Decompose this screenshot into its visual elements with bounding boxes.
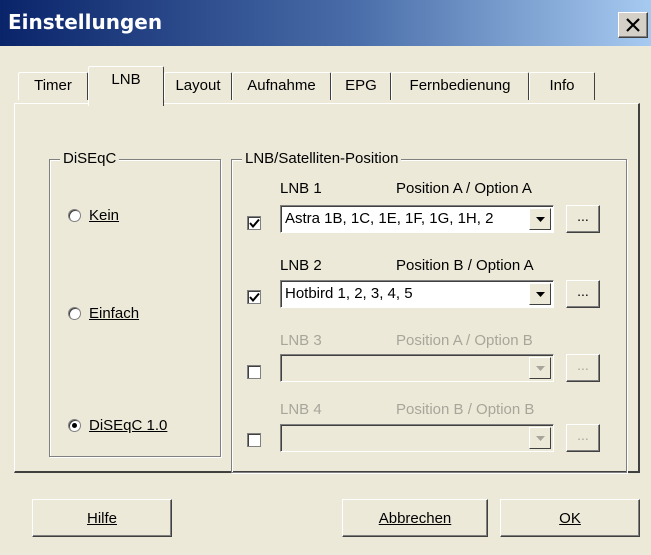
checkmark-icon <box>249 292 260 303</box>
ok-button-label: OK <box>559 509 581 527</box>
lnb4-satellite-select[interactable] <box>280 424 554 452</box>
lnb-group-title: LNB/Satelliten-Position <box>242 150 402 167</box>
lnb2-select-value: Hotbird 1, 2, 3, 4, 5 <box>285 285 413 302</box>
lnb1-select-value: Astra 1B, 1C, 1E, 1F, 1G, 1H, 2 <box>285 210 494 227</box>
window-title: Einstellungen <box>8 10 163 34</box>
title-bar: Einstellungen <box>0 0 651 46</box>
tab-layout[interactable]: Layout <box>164 72 232 100</box>
diseqc-group: DiSEqC Kein Einfach DiSEqC 1.0 <box>49 150 221 457</box>
lnb2-satellite-select[interactable]: Hotbird 1, 2, 3, 4, 5 <box>280 280 554 308</box>
tab-epg[interactable]: EPG <box>331 72 391 100</box>
chevron-down-icon[interactable] <box>529 357 551 379</box>
lnb1-checkbox[interactable] <box>247 216 261 230</box>
tab-timer[interactable]: Timer <box>18 72 88 100</box>
chevron-down-icon[interactable] <box>529 427 551 449</box>
radio-einfach-button[interactable] <box>68 307 81 320</box>
radio-kein-button[interactable] <box>68 209 81 222</box>
lnb1-position: Position A / Option A <box>396 180 532 197</box>
tab-bar: Timer LNB Layout Aufnahme EPG Fernbedien… <box>0 66 651 106</box>
lnb-position-group: LNB/Satelliten-Position LNB 1 Position A… <box>231 150 627 473</box>
help-button[interactable]: Hilfe <box>32 499 172 537</box>
close-button[interactable] <box>618 12 648 38</box>
radio-diseqc10-button[interactable] <box>68 419 81 432</box>
radio-kein[interactable]: Kein <box>68 207 119 224</box>
tab-lnb[interactable]: LNB <box>88 66 164 106</box>
lnb4-browse-button[interactable]: ... <box>566 424 600 452</box>
help-button-label: Hilfe <box>86 509 117 527</box>
lnb3-satellite-select[interactable] <box>280 354 554 382</box>
checkmark-icon <box>249 218 260 229</box>
lnb3-position: Position A / Option B <box>396 332 533 349</box>
close-icon <box>626 18 640 32</box>
lnb3-label: LNB 3 <box>280 332 322 349</box>
tab-fernbedienung[interactable]: Fernbedienung <box>391 72 529 100</box>
diseqc-group-title: DiSEqC <box>60 150 120 167</box>
lnb3-browse-button[interactable]: ... <box>566 354 600 382</box>
radio-einfach[interactable]: Einfach <box>68 305 139 322</box>
lnb2-position: Position B / Option A <box>396 257 534 274</box>
lnb1-browse-button[interactable]: ... <box>566 205 600 233</box>
lnb2-browse-button[interactable]: ... <box>566 280 600 308</box>
lnb1-satellite-select[interactable]: Astra 1B, 1C, 1E, 1F, 1G, 1H, 2 <box>280 205 554 233</box>
lnb4-label: LNB 4 <box>280 401 322 418</box>
radio-einfach-label: Einfach <box>89 305 140 322</box>
tab-info[interactable]: Info <box>529 72 595 100</box>
lnb4-checkbox[interactable] <box>247 433 261 447</box>
lnb2-checkbox[interactable] <box>247 290 261 304</box>
ok-button[interactable]: OK <box>500 499 640 537</box>
lnb4-position: Position B / Option B <box>396 401 535 418</box>
tab-aufnahme[interactable]: Aufnahme <box>232 72 331 100</box>
lnb2-label: LNB 2 <box>280 257 322 274</box>
cancel-button-label: Abbrechen <box>378 509 452 527</box>
chevron-down-icon[interactable] <box>529 283 551 305</box>
radio-diseqc10[interactable]: DiSEqC 1.0 <box>68 417 167 434</box>
lnb3-checkbox[interactable] <box>247 365 261 379</box>
radio-kein-label: Kein <box>89 207 120 224</box>
cancel-button[interactable]: Abbrechen <box>342 499 488 537</box>
lnb-tab-panel: DiSEqC Kein Einfach DiSEqC 1.0 LNB/Satel… <box>14 103 640 473</box>
chevron-down-icon[interactable] <box>529 208 551 230</box>
radio-diseqc10-label: DiSEqC 1.0 <box>89 417 168 434</box>
lnb1-label: LNB 1 <box>280 180 322 197</box>
